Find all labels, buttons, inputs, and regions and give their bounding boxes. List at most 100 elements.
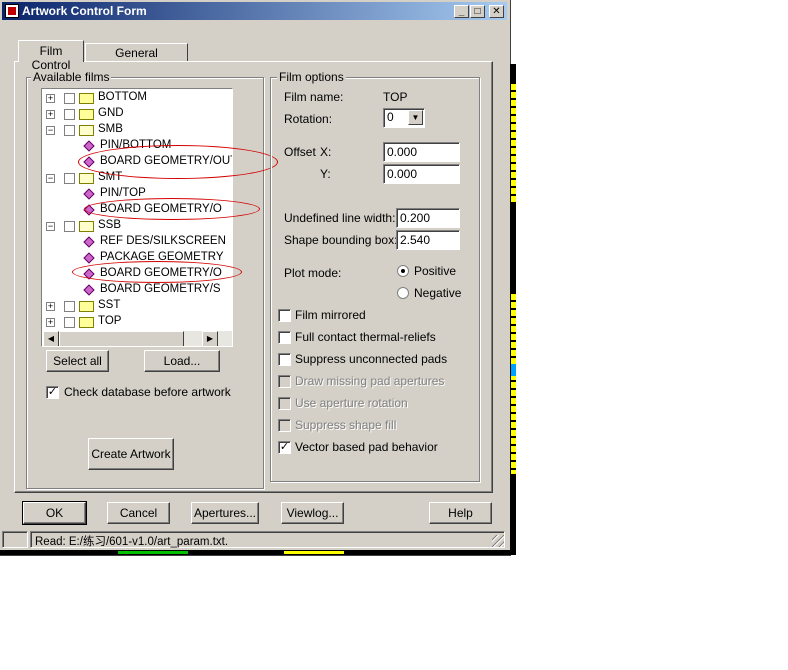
tree-node-board-geometry-ssb-2[interactable]: BOARD GEOMETRY/S xyxy=(42,282,232,298)
app-icon[interactable] xyxy=(5,4,19,18)
tree-node-top[interactable]: + TOP xyxy=(42,314,232,330)
tree-node-label: PIN/TOP xyxy=(100,187,146,199)
open-folder-icon xyxy=(79,221,94,232)
window-title: Artwork Control Form xyxy=(22,4,147,18)
tree-node-ref-des-silkscreen[interactable]: REF DES/SILKSCREEN xyxy=(42,234,232,250)
full-contact-thermal-reliefs-label: Full contact thermal-reliefs xyxy=(295,330,436,344)
film-layer-icon xyxy=(83,284,95,296)
full-contact-thermal-reliefs-checkbox[interactable] xyxy=(278,331,291,344)
film-checkbox[interactable] xyxy=(64,109,75,120)
blue-stripe xyxy=(511,364,516,376)
plot-mode-positive-label: Positive xyxy=(414,264,457,278)
viewlog-button[interactable]: Viewlog... xyxy=(281,502,344,524)
yellow-stripe-bottom xyxy=(284,551,344,554)
tree-node-gnd[interactable]: + GND xyxy=(42,106,232,122)
plot-mode-label: Plot mode: xyxy=(284,266,342,280)
maximize-button[interactable]: □ xyxy=(470,5,485,18)
vector-based-pad-behavior-checkbox[interactable]: ✓ xyxy=(278,441,291,454)
tree-node-label: SST xyxy=(98,299,121,311)
undefined-line-width-input[interactable]: 0.200 xyxy=(396,208,460,228)
yellow-stripe-2 xyxy=(511,294,516,474)
folder-icon xyxy=(79,301,94,312)
help-button[interactable]: Help xyxy=(429,502,492,524)
rotation-label: Rotation: xyxy=(284,112,333,126)
plot-mode-negative-label: Negative xyxy=(414,286,462,300)
open-folder-icon xyxy=(79,173,94,184)
film-checkbox[interactable] xyxy=(64,173,75,184)
shape-bounding-box-input[interactable]: 2.540 xyxy=(396,230,460,250)
horizontal-scroll-thumb[interactable] xyxy=(59,331,184,346)
load-button[interactable]: Load... xyxy=(144,350,220,372)
film-layer-icon xyxy=(83,140,95,152)
highlight-ellipse-ssb xyxy=(72,261,242,283)
plot-mode-positive-radio[interactable] xyxy=(397,265,409,277)
film-name-value: TOP xyxy=(383,90,408,104)
film-checkbox[interactable] xyxy=(64,221,75,232)
scroll-left-icon[interactable]: ◀ xyxy=(43,331,59,346)
tree-horizontal-scrollbar[interactable]: ◀ ▶ xyxy=(43,331,232,346)
status-cell-empty xyxy=(2,531,28,548)
tab-general-parameters[interactable]: General Parameters xyxy=(85,43,188,74)
folder-icon xyxy=(79,93,94,104)
highlight-ellipse-outline xyxy=(78,145,278,179)
ok-button[interactable]: OK xyxy=(22,501,87,525)
cancel-button[interactable]: Cancel xyxy=(107,502,170,524)
background-app-bottom-strip xyxy=(0,550,516,555)
expand-icon[interactable]: + xyxy=(46,94,55,103)
tree-node-ssb[interactable]: − SSB xyxy=(42,218,232,234)
offset-label: Offset xyxy=(284,145,316,159)
collapse-icon[interactable]: − xyxy=(46,222,55,231)
expand-icon[interactable]: + xyxy=(46,110,55,119)
tree-node-label: BOTTOM xyxy=(98,91,147,103)
film-layer-icon xyxy=(83,236,95,248)
resize-grip-icon[interactable] xyxy=(492,535,504,547)
title-bar[interactable]: Artwork Control Form _ □ ✕ xyxy=(2,2,507,20)
undefined-line-width-label: Undefined line width: xyxy=(284,211,396,225)
film-mirrored-checkbox[interactable] xyxy=(278,309,291,322)
tree-node-label: TOP xyxy=(98,315,122,327)
film-layer-icon xyxy=(83,252,95,264)
offset-y-label: Y: xyxy=(320,167,331,181)
vector-based-pad-behavior-label: Vector based pad behavior xyxy=(295,440,438,454)
green-stripe xyxy=(118,551,188,554)
scroll-right-icon[interactable]: ▶ xyxy=(202,331,218,346)
chevron-down-icon[interactable]: ▼ xyxy=(408,110,423,125)
film-name-label: Film name: xyxy=(284,90,344,104)
create-artwork-button[interactable]: Create Artwork xyxy=(88,438,174,470)
highlight-ellipse-smt xyxy=(84,198,260,220)
tree-node-smb[interactable]: − SMB xyxy=(42,122,232,138)
offset-x-input[interactable]: 0.000 xyxy=(383,142,460,162)
background-app-strip xyxy=(510,64,516,554)
tab-film-control[interactable]: Film Control xyxy=(18,40,84,72)
collapse-icon[interactable]: − xyxy=(46,174,55,183)
use-aperture-rotation-label: Use aperture rotation xyxy=(295,396,408,410)
film-checkbox[interactable] xyxy=(64,93,75,104)
film-checkbox[interactable] xyxy=(64,317,75,328)
close-button[interactable]: ✕ xyxy=(489,5,504,18)
status-bar: Read: E:/练习/601-v1.0/art_param.txt. xyxy=(2,531,507,549)
suppress-unconnected-pads-label: Suppress unconnected pads xyxy=(295,352,448,366)
plot-mode-negative-radio[interactable] xyxy=(397,287,409,299)
tree-node-sst[interactable]: + SST xyxy=(42,298,232,314)
expand-icon[interactable]: + xyxy=(46,318,55,327)
check-database-checkbox[interactable]: ✓ xyxy=(46,386,59,399)
check-database-label: Check database before artwork xyxy=(64,385,231,399)
tree-node-bottom[interactable]: + BOTTOM xyxy=(42,90,232,106)
expand-icon[interactable]: + xyxy=(46,302,55,311)
minimize-button[interactable]: _ xyxy=(454,5,469,18)
film-mirrored-label: Film mirrored xyxy=(295,308,366,322)
tree-node-label: GND xyxy=(98,107,124,119)
suppress-shape-fill-checkbox xyxy=(278,419,291,432)
folder-icon xyxy=(79,109,94,120)
apertures-button[interactable]: Apertures... xyxy=(191,502,259,524)
offset-y-input[interactable]: 0.000 xyxy=(383,164,460,184)
film-checkbox[interactable] xyxy=(64,125,75,136)
collapse-icon[interactable]: − xyxy=(46,126,55,135)
film-checkbox[interactable] xyxy=(64,301,75,312)
suppress-unconnected-pads-checkbox[interactable] xyxy=(278,353,291,366)
tree-node-label: SMB xyxy=(98,123,123,135)
select-all-button[interactable]: Select all xyxy=(46,350,109,372)
artwork-control-form-window: Artwork Control Form _ □ ✕ Film Control … xyxy=(0,0,511,556)
rotation-select[interactable]: 0 ▼ xyxy=(383,108,425,128)
use-aperture-rotation-checkbox xyxy=(278,397,291,410)
